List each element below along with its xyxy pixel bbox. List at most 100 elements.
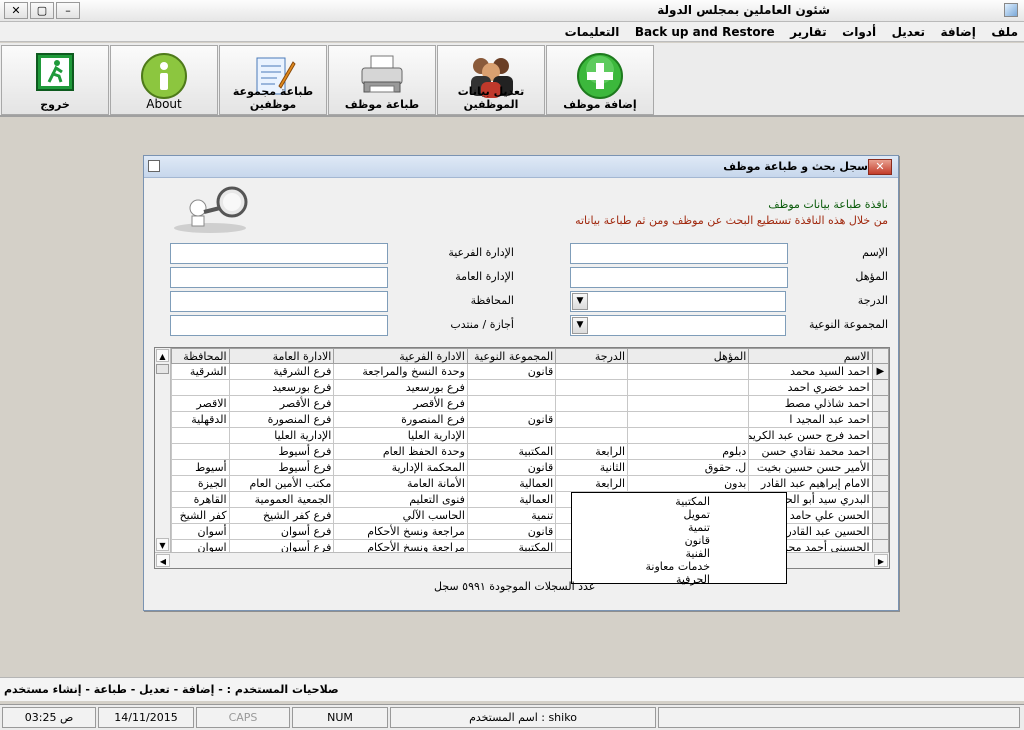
cell-name[interactable]: احمد فرج حسن عبد الكريم [748,427,873,444]
cell-governorate[interactable] [171,379,230,396]
cell-subadmin[interactable]: وحدة الحفظ العام [333,443,468,460]
cell-group[interactable]: تنمية [466,507,557,524]
cell-subadmin[interactable]: فرع الأقصر [333,395,468,412]
cell-qualification[interactable] [627,363,750,380]
chevron-down-icon[interactable]: ▼ [572,317,588,334]
cell-genadmin[interactable]: فرع الأقصر [228,395,335,412]
cell-governorate[interactable]: القاهرة [171,491,230,508]
cell-qualification[interactable] [627,395,750,412]
cell-grade[interactable] [555,427,629,444]
cell-group[interactable]: قانون [466,411,557,428]
scroll-right-icon[interactable]: ▶ [874,554,888,567]
leave-field[interactable] [170,315,388,336]
cell-governorate[interactable] [171,443,230,460]
column-header-qualification[interactable]: المؤهل [627,348,750,364]
dialog-close-button[interactable]: ✕ [868,159,892,175]
dropdown-option[interactable]: المكتبية [675,495,710,508]
column-header-governorate[interactable]: المحافظة [171,348,230,364]
cell-group[interactable]: العمالية [466,491,557,508]
cell-grade[interactable]: الرابعة [555,475,629,492]
cell-genadmin[interactable]: فرع بورسعيد [228,379,335,396]
scroll-left-icon[interactable]: ◀ [156,554,170,567]
vertical-scrollbar[interactable]: ▲ ▼ [155,348,171,552]
table-row[interactable]: الامام إبراهيم عبد القادر بدون الرابعة العم… [171,475,889,492]
dropdown-option[interactable]: الحرفية [676,573,710,586]
cell-qualification[interactable]: ل. حقوق [627,459,750,476]
cell-qualification[interactable] [627,411,750,428]
genadmin-field[interactable] [170,267,388,288]
column-header-grade[interactable]: الدرجة [555,348,629,364]
row-selector[interactable] [871,427,889,444]
table-row[interactable]: احمد محمد نقادي حسن دبلوم الرابعة المكتبية و… [171,443,889,460]
column-header-subadmin[interactable]: الادارة الفرعية [333,348,468,364]
row-selector[interactable] [871,459,889,476]
cell-name[interactable]: احمد عبد المجيد ا [748,411,873,428]
dropdown-option[interactable]: تمويل [684,508,711,521]
cell-group[interactable]: المكتبية [466,443,557,460]
row-selector[interactable] [871,507,889,524]
cell-governorate[interactable]: كفر الشيخ [171,507,230,524]
minimize-window-button[interactable]: – [56,2,80,19]
cell-name[interactable]: الامام إبراهيم عبد القادر [748,475,873,492]
cell-governorate[interactable]: الاقصر [171,395,230,412]
table-row[interactable]: احمد خضري احمد فرع بورسعيد فرع بورسعيد [171,379,889,396]
name-field[interactable] [570,243,788,264]
cell-subadmin[interactable]: الحاسب الآلي [333,507,468,524]
add-employee-button[interactable]: إضافة موظف [546,45,654,115]
print-group-button[interactable]: طباعة مجموعة موظفين [219,45,327,115]
cell-governorate[interactable]: أسيوط [171,459,230,476]
dropdown-option[interactable]: خدمات معاونة [646,560,711,573]
cell-qualification[interactable] [627,379,750,396]
cell-group[interactable]: قانون [466,363,557,380]
menu-edit[interactable]: تعديل [886,22,931,39]
close-window-button[interactable]: ✕ [4,2,28,19]
cell-governorate[interactable]: الشرقية [171,363,230,380]
cell-group[interactable]: قانون [466,459,557,476]
column-header-group[interactable]: المجموعة النوعية [466,348,557,364]
cell-grade[interactable] [555,363,629,380]
scroll-thumb[interactable] [156,364,169,374]
edit-employees-button[interactable]: تعديل بيانات الموظفين [437,45,545,115]
dropdown-option[interactable]: تنمية [688,521,710,534]
menu-add[interactable]: إضافة [935,22,982,39]
table-row[interactable]: ▶ احمد السيد محمد قانون وحدة النسخ والمراجع… [171,363,889,380]
print-employee-button[interactable]: طباعة موظف [328,45,436,115]
cell-subadmin[interactable]: الإدارية العليا [333,427,468,444]
cell-grade[interactable] [555,411,629,428]
cell-subadmin[interactable]: مراجعة ونسخ الأحكام [333,523,468,540]
cell-grade[interactable]: الثانية [555,459,629,476]
cell-subadmin[interactable]: فرع بورسعيد [333,379,468,396]
current-row-indicator[interactable]: ▶ [871,363,889,380]
scroll-down-icon[interactable]: ▼ [156,538,169,551]
table-row[interactable]: احمد عبد المجيد ا قانون فرع المنصورة فرع ال… [171,411,889,428]
row-selector[interactable] [871,491,889,508]
maximize-window-button[interactable]: ▢ [30,2,54,19]
cell-group[interactable] [466,395,557,412]
cell-qualification[interactable]: بدون [627,475,750,492]
cell-subadmin[interactable]: فنوى التعليم [333,491,468,508]
exit-button[interactable]: خروج [1,45,109,115]
subadmin-field[interactable] [170,243,388,264]
scroll-up-icon[interactable]: ▲ [156,349,169,362]
row-selector[interactable] [871,475,889,492]
cell-name[interactable]: احمد شاذلي مصط [748,395,873,412]
chevron-down-icon[interactable]: ▼ [572,293,588,310]
cell-group[interactable]: قانون [466,523,557,540]
cell-qualification[interactable]: دبلوم [627,443,750,460]
table-row[interactable]: احمد شاذلي مصط فرع الأقصر فرع الأقصر الاقصر [171,395,889,412]
cell-genadmin[interactable]: الإدارية العليا [228,427,335,444]
cell-genadmin[interactable]: فرع أسيوط [228,443,335,460]
governorate-field[interactable] [170,291,388,312]
column-header-genadmin[interactable]: الادارة العامة [228,348,335,364]
cell-name[interactable]: الأمير حسن حسين بخيت [748,459,873,476]
cell-genadmin[interactable]: مكتب الأمين العام [228,475,335,492]
cell-genadmin[interactable]: فرع كفر الشيخ [228,507,335,524]
cell-subadmin[interactable]: الأمانة العامة [333,475,468,492]
cell-governorate[interactable]: أسوان [171,523,230,540]
dropdown-option[interactable]: قانون [685,534,710,547]
cell-group[interactable] [466,379,557,396]
qualification-field[interactable] [570,267,788,288]
cell-subadmin[interactable]: المحكمة الإدارية [333,459,468,476]
column-header-name[interactable]: الاسم [748,348,873,364]
menu-backup-restore[interactable]: Back up and Restore [629,22,781,39]
